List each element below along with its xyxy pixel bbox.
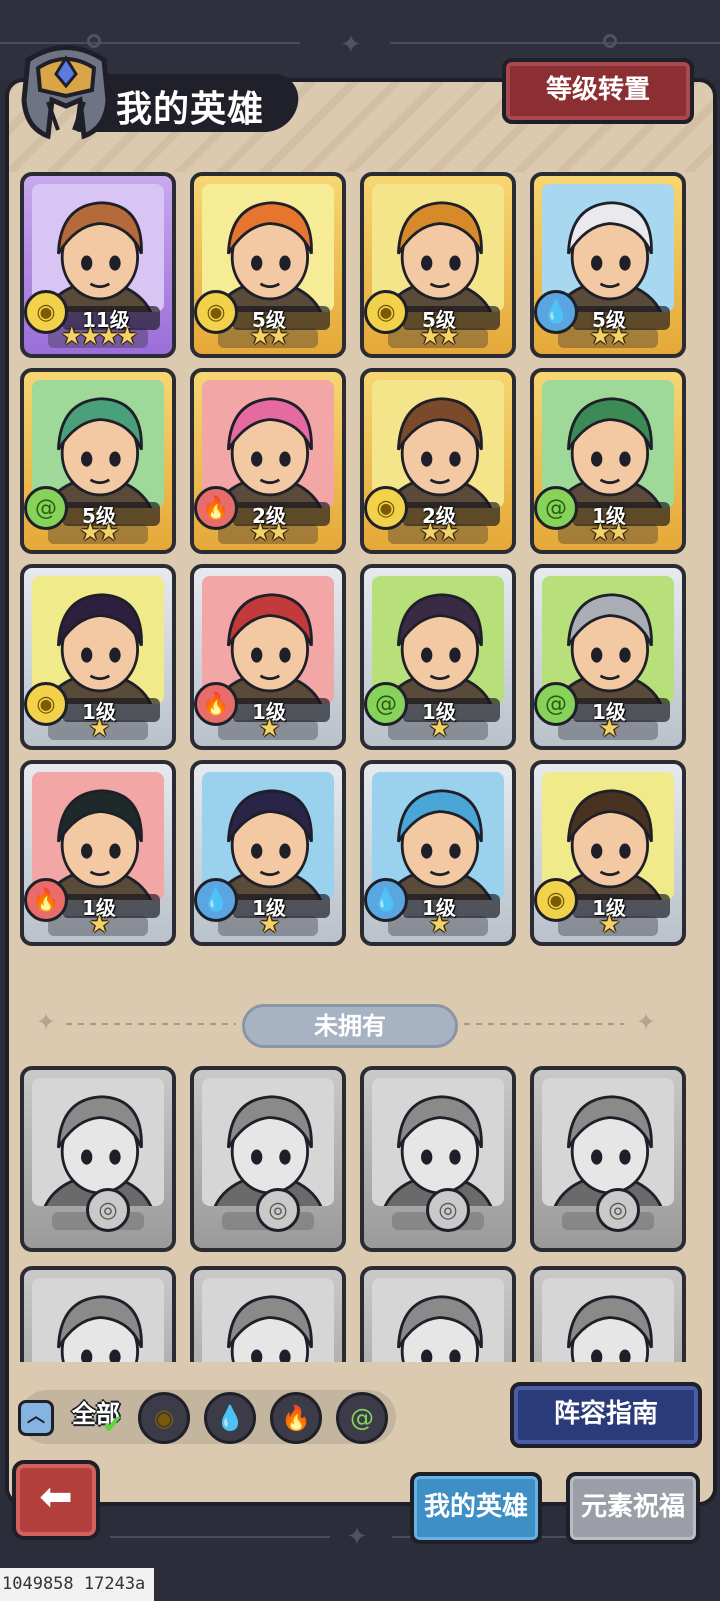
hero-card-footer: 1级 ★ ◉ — [24, 682, 164, 742]
hero-card[interactable]: 1级 ★ @ — [530, 564, 686, 750]
star-ornament-icon: ✦ — [636, 1008, 657, 1036]
element-icon: ◎ — [596, 1188, 640, 1232]
element-icon: ◎ — [86, 1188, 130, 1232]
back-arrow-icon: ⬅ — [39, 1474, 73, 1520]
hero-portrait — [32, 1078, 164, 1206]
filter-fire-button[interactable]: 🔥 — [270, 1392, 322, 1444]
hero-card[interactable]: 11级 ★★★★ ◉ — [20, 172, 176, 358]
earth-element-icon: ◉ — [24, 290, 68, 334]
hero-card-footer: 11级 ★★★★ ◉ — [24, 290, 164, 350]
hero-card[interactable]: 1级 ★ ◉ — [530, 760, 686, 946]
hero-card-footer: 1级 ★ @ — [364, 682, 504, 742]
hero-card[interactable]: 1级 ★ 🔥 — [20, 760, 176, 946]
unowned-section-label: 未拥有 — [242, 1004, 458, 1048]
shark-warrior-portrait-icon — [43, 1095, 153, 1206]
hero-card-footer: ◎ — [542, 1188, 674, 1240]
hero-card-footer: 1级 ★ 💧 — [364, 878, 504, 938]
level-reset-button[interactable]: 等级转置 — [502, 58, 694, 124]
tab-element-blessing[interactable]: 元素祝福 — [566, 1472, 700, 1544]
hero-card[interactable]: 1级 ★ @ — [360, 564, 516, 750]
hero-card-footer: 5级 ★★ ◉ — [194, 290, 334, 350]
filter-earth-button[interactable]: ◉ — [138, 1392, 190, 1444]
hero-card[interactable]: 2级 ★★ ◉ — [360, 368, 516, 554]
hero-card[interactable]: 1级 ★ ◉ — [20, 564, 176, 750]
divider-line-left — [66, 1023, 236, 1025]
unowned-hero-card[interactable]: ◎ — [20, 1066, 176, 1252]
unowned-hero-card[interactable]: ◎ — [190, 1066, 346, 1252]
elf-priestess-portrait-icon — [553, 1095, 663, 1206]
fire-element-icon: 🔥 — [194, 486, 238, 530]
filter-wind-button[interactable]: @ — [336, 1392, 388, 1444]
hero-card-footer: 5级 ★★ @ — [24, 486, 164, 546]
gear-scholar-portrait-icon — [383, 1095, 493, 1206]
unowned-hero-card[interactable]: ◎ — [360, 1066, 516, 1252]
circle-ornament-icon — [603, 34, 617, 48]
hero-portrait — [542, 1078, 674, 1206]
hero-card[interactable]: 1级 ★ 💧 — [360, 760, 516, 946]
hero-card-footer: 1级 ★ 🔥 — [24, 878, 164, 938]
hero-card[interactable]: 5级 ★★ @ — [20, 368, 176, 554]
hero-card-footer: 5级 ★★ ◉ — [364, 290, 504, 350]
debug-text: 1049858 17243a — [0, 1568, 154, 1601]
hero-card-footer: ◎ — [202, 1188, 334, 1240]
earth-element-icon: ◉ — [364, 486, 408, 530]
hero-card[interactable]: 5级 ★★ ◉ — [190, 172, 346, 358]
wind-element-icon: @ — [350, 1404, 374, 1432]
hero-portrait — [202, 1078, 334, 1206]
hero-card-footer: 2级 ★★ ◉ — [364, 486, 504, 546]
hero-card[interactable]: 1级 ★ 💧 — [190, 760, 346, 946]
hero-card[interactable]: 1级 ★ 🔥 — [190, 564, 346, 750]
water-element-icon: 💧 — [364, 878, 408, 922]
water-element-icon: 💧 — [194, 878, 238, 922]
fire-element-icon: 🔥 — [24, 878, 68, 922]
fire-element-icon: 🔥 — [281, 1404, 311, 1432]
collapse-button[interactable]: ︿ — [18, 1400, 54, 1436]
divider-line-right — [464, 1023, 624, 1025]
hero-card-footer: 1级 ★ @ — [534, 682, 674, 742]
hero-card-footer: 1级 ★ 🔥 — [194, 682, 334, 742]
hero-card-footer: ◎ — [32, 1188, 164, 1240]
wind-element-icon: @ — [24, 486, 68, 530]
bottom-divider-left — [110, 1536, 330, 1538]
water-element-icon: 💧 — [215, 1404, 245, 1432]
water-element-icon: 💧 — [534, 290, 578, 334]
hero-card-footer: 2级 ★★ 🔥 — [194, 486, 334, 546]
checkmark-icon: ✔ — [102, 1410, 124, 1440]
hero-card-footer: 1级 ★★ @ — [534, 486, 674, 546]
wind-element-icon: @ — [534, 486, 578, 530]
lineup-guide-button[interactable]: 阵容指南 — [510, 1382, 702, 1448]
element-icon: ◎ — [256, 1188, 300, 1232]
hero-card-footer: 1级 ★ ◉ — [534, 878, 674, 938]
star-ornament-icon: ✦ — [36, 1008, 57, 1036]
hero-portrait — [372, 1078, 504, 1206]
hero-card-footer: 1级 ★ 💧 — [194, 878, 334, 938]
hero-card[interactable]: 1级 ★★ @ — [530, 368, 686, 554]
page-title: 我的英雄 — [116, 89, 265, 130]
star-ornament-icon: ✦ — [340, 30, 362, 60]
page-header: 我的英雄 — [8, 40, 303, 140]
hero-card[interactable]: 5级 ★★ ◉ — [360, 172, 516, 358]
earth-element-icon: ◉ — [194, 290, 238, 334]
hero-card[interactable]: 2级 ★★ 🔥 — [190, 368, 346, 554]
hero-card[interactable]: 5级 ★★ 💧 — [530, 172, 686, 358]
back-button[interactable]: ⬅ — [12, 1460, 100, 1540]
star-ornament-icon: ✦ — [346, 1522, 368, 1552]
wind-element-icon: @ — [534, 682, 578, 726]
hero-card-footer: 5级 ★★ 💧 — [534, 290, 674, 350]
top-divider-right — [390, 42, 720, 44]
filter-water-button[interactable]: 💧 — [204, 1392, 256, 1444]
crowned-queen-portrait-icon — [213, 1095, 323, 1206]
element-icon: ◎ — [426, 1188, 470, 1232]
earth-element-icon: ◉ — [24, 682, 68, 726]
earth-element-icon: ◉ — [364, 290, 408, 334]
earth-element-icon: ◉ — [153, 1404, 175, 1432]
tab-my-heroes[interactable]: 我的英雄 — [410, 1472, 542, 1544]
fire-element-icon: 🔥 — [194, 682, 238, 726]
earth-element-icon: ◉ — [534, 878, 578, 922]
wind-element-icon: @ — [364, 682, 408, 726]
hero-card-footer: ◎ — [372, 1188, 504, 1240]
unowned-hero-card[interactable]: ◎ — [530, 1066, 686, 1252]
helmet-icon — [21, 45, 111, 140]
